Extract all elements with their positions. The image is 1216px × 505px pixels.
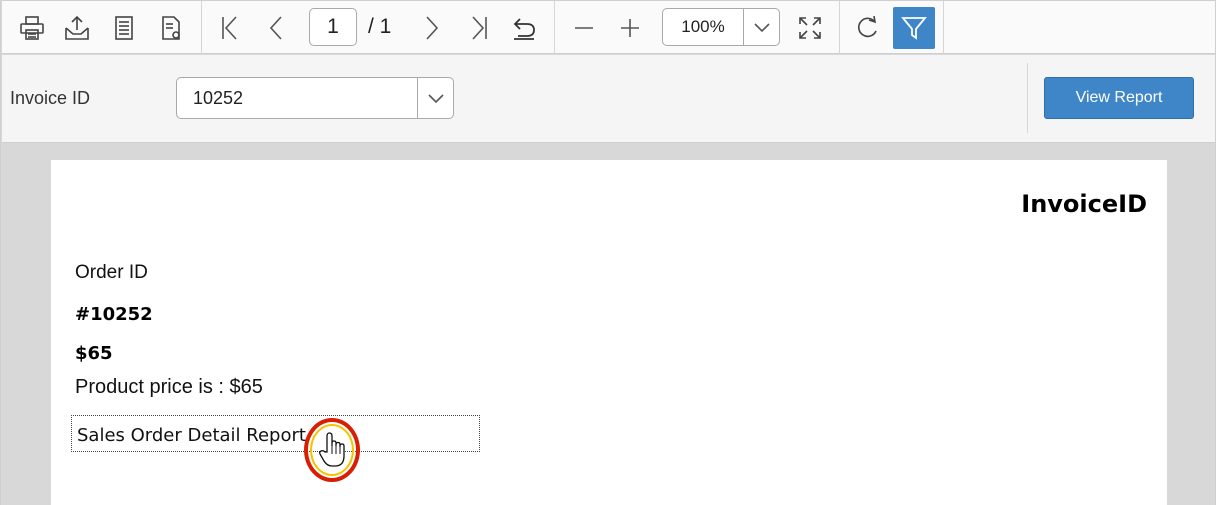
report-title: InvoiceID	[1021, 190, 1147, 218]
filter-icon[interactable]	[893, 7, 935, 49]
order-id-label: Order ID	[75, 262, 148, 283]
total-pages: / 1	[368, 15, 392, 38]
page-setup-icon[interactable]	[105, 9, 143, 47]
report-page: InvoiceID Order ID #10252 $65 Product pr…	[51, 160, 1167, 505]
order-id-value: #10252	[75, 304, 153, 325]
print-icon[interactable]	[13, 9, 51, 47]
report-viewer: 1 / 1 100% Invoice ID 10252 View Report …	[0, 0, 1216, 505]
invoice-id-label: Invoice ID	[10, 88, 91, 108]
first-page-icon[interactable]	[211, 9, 249, 47]
current-page-input[interactable]: 1	[309, 8, 357, 46]
previous-page-icon[interactable]	[257, 9, 295, 47]
parameter-bar: Invoice ID 10252 View Report	[2, 55, 1215, 143]
toolbar: 1 / 1 100%	[2, 0, 1215, 54]
zoom-in-icon[interactable]	[611, 9, 649, 47]
product-price-text: Product price is : $65	[75, 376, 263, 398]
hand-cursor-icon	[319, 432, 345, 467]
chevron-down-icon[interactable]	[743, 9, 780, 45]
refresh-icon[interactable]	[849, 9, 887, 47]
fit-page-icon[interactable]	[791, 9, 829, 47]
zoom-out-icon[interactable]	[565, 9, 603, 47]
undo-icon[interactable]	[505, 9, 543, 47]
invoice-id-dropdown[interactable]: 10252	[176, 77, 454, 119]
chevron-down-icon[interactable]	[417, 78, 453, 118]
sales-order-detail-link[interactable]: Sales Order Detail Report	[71, 415, 480, 452]
next-page-icon[interactable]	[413, 9, 451, 47]
invoice-id-value: 10252	[193, 88, 244, 108]
last-page-icon[interactable]	[460, 9, 498, 47]
view-report-button[interactable]: View Report	[1044, 77, 1194, 119]
print-layout-icon[interactable]	[152, 9, 190, 47]
export-icon[interactable]	[58, 9, 96, 47]
zoom-value: 100%	[681, 17, 725, 36]
amount-value: $65	[75, 343, 113, 364]
zoom-select[interactable]: 100%	[662, 8, 780, 46]
